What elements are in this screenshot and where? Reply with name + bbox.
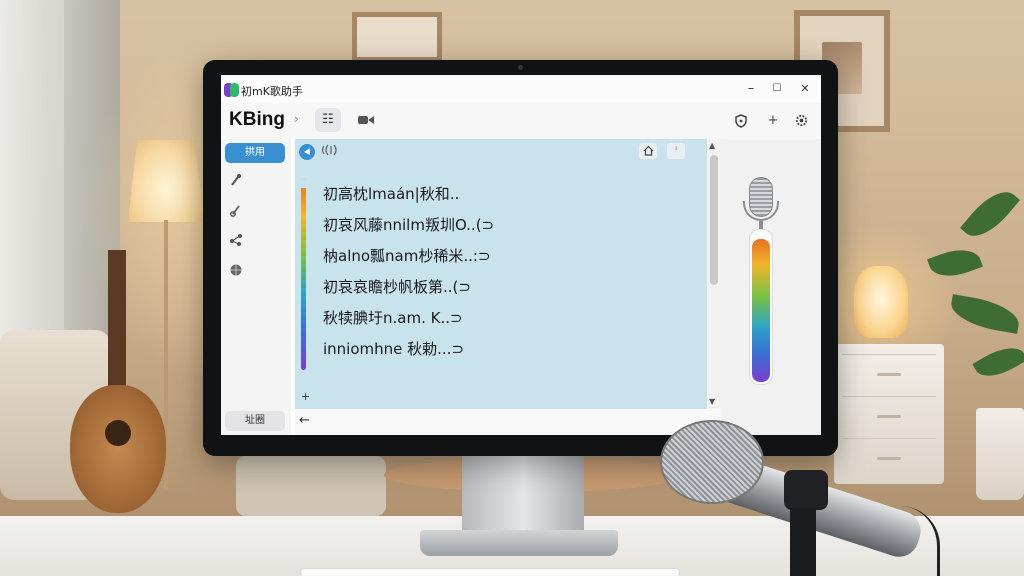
sofa xyxy=(236,456,386,516)
input-level-mask xyxy=(301,178,306,188)
transcript-line: 初高枕lmaán|秋和.. xyxy=(323,185,460,203)
transcript-scrollbar[interactable]: ▲ ▼ xyxy=(707,139,721,409)
home-settings-button[interactable] xyxy=(639,143,657,159)
sidebar-item-music[interactable] xyxy=(227,203,245,221)
sidebar-item-globe[interactable] xyxy=(227,263,245,281)
music-note-icon xyxy=(230,205,240,217)
home-icon xyxy=(643,145,653,156)
scroll-down-icon[interactable]: ▼ xyxy=(709,397,715,406)
primary-action-button[interactable]: 拱用 xyxy=(225,143,285,163)
camera-icon xyxy=(358,116,374,124)
close-button[interactable]: ✕ xyxy=(793,79,817,99)
plant-leaf xyxy=(959,182,1021,246)
transcript-panel: ⁱ 初高枕lmaán|秋和.. 初哀风藤nnilm叛圳O..(⊃ 枘alno瓢n… xyxy=(295,139,707,409)
title-bar: 初mK歌助手 – ☐ ✕ xyxy=(221,75,821,103)
side-table xyxy=(834,344,944,484)
sidebar-item-mic[interactable] xyxy=(227,173,245,191)
share-icon xyxy=(230,234,242,246)
back-arrow-icon[interactable]: ← xyxy=(299,413,310,428)
mic-clip xyxy=(784,470,828,510)
floor-lamp xyxy=(128,140,204,222)
settings-button[interactable] xyxy=(789,109,813,133)
add-line-button[interactable]: + xyxy=(301,390,310,403)
secondary-button[interactable]: 址圈 xyxy=(225,411,285,431)
record-button[interactable] xyxy=(299,144,315,160)
guitar-neck xyxy=(108,250,126,400)
maximize-button[interactable]: ☐ xyxy=(765,79,789,99)
mic-stand xyxy=(790,508,816,576)
plant-pot xyxy=(976,408,1024,500)
sidebar: 拱用 址圈 xyxy=(221,139,291,435)
brand-name: KBing xyxy=(229,109,285,130)
plus-icon: + xyxy=(767,113,779,128)
video-button[interactable] xyxy=(353,108,379,132)
sound-wave-icon xyxy=(320,143,338,160)
table-lamp xyxy=(854,266,908,338)
monitor-stand-base xyxy=(420,530,618,556)
mic-icon xyxy=(231,174,241,186)
toolbar: KBing › ☷ + xyxy=(221,103,821,139)
transcript-line: inniomhne 秋勅...⊃ xyxy=(323,340,465,358)
webcam xyxy=(518,65,523,70)
microphone-icon xyxy=(749,177,773,217)
plant-leaf xyxy=(972,339,1024,385)
gear-icon xyxy=(795,114,807,127)
guitar xyxy=(70,385,166,513)
keyboard xyxy=(300,568,680,576)
microphone-icon xyxy=(304,148,310,155)
input-level-bar xyxy=(301,178,306,370)
shield-icon xyxy=(735,114,747,128)
minimize-button[interactable]: – xyxy=(739,79,763,99)
microphone-grille xyxy=(660,420,764,504)
scrollbar-thumb[interactable] xyxy=(710,155,718,285)
scroll-up-icon[interactable]: ▲ xyxy=(709,141,715,150)
globe-icon xyxy=(230,264,242,276)
app-logo-icon xyxy=(224,83,240,97)
info-button[interactable]: ⁱ xyxy=(667,143,685,159)
wall-picture-frame xyxy=(352,12,442,62)
monitor-stand xyxy=(462,455,584,535)
transcript-line: 初哀风藤nnilm叛圳O..(⊃ xyxy=(323,216,495,234)
chevron-right-icon[interactable]: › xyxy=(294,112,299,126)
guitar-sound-hole xyxy=(105,420,131,446)
shield-button[interactable] xyxy=(729,109,753,133)
panel-footer: ← xyxy=(295,409,721,435)
info-icon: ⁱ xyxy=(675,146,677,156)
add-button[interactable]: + xyxy=(761,109,785,133)
transcript-line: 秋犊腆圩n.am. K..⊃ xyxy=(323,309,463,327)
volume-meter-panel xyxy=(721,139,821,435)
sidebar-item-share[interactable] xyxy=(227,233,245,251)
list-view-button[interactable]: ☷ xyxy=(315,108,341,132)
volume-meter-fill xyxy=(752,239,770,382)
list-icon: ☷ xyxy=(322,112,334,127)
window-title: 初mK歌助手 xyxy=(241,85,303,98)
transcript-line: 枘alno瓢nam杪稀米..:⊃ xyxy=(323,247,491,265)
transcript-line: 初哀哀瞻杪帆板第..(⊃ xyxy=(323,278,471,296)
app-window: 初mK歌助手 – ☐ ✕ KBing › ☷ + 拱用 址圈 ⁱ 初高枕lmaá… xyxy=(221,75,821,435)
